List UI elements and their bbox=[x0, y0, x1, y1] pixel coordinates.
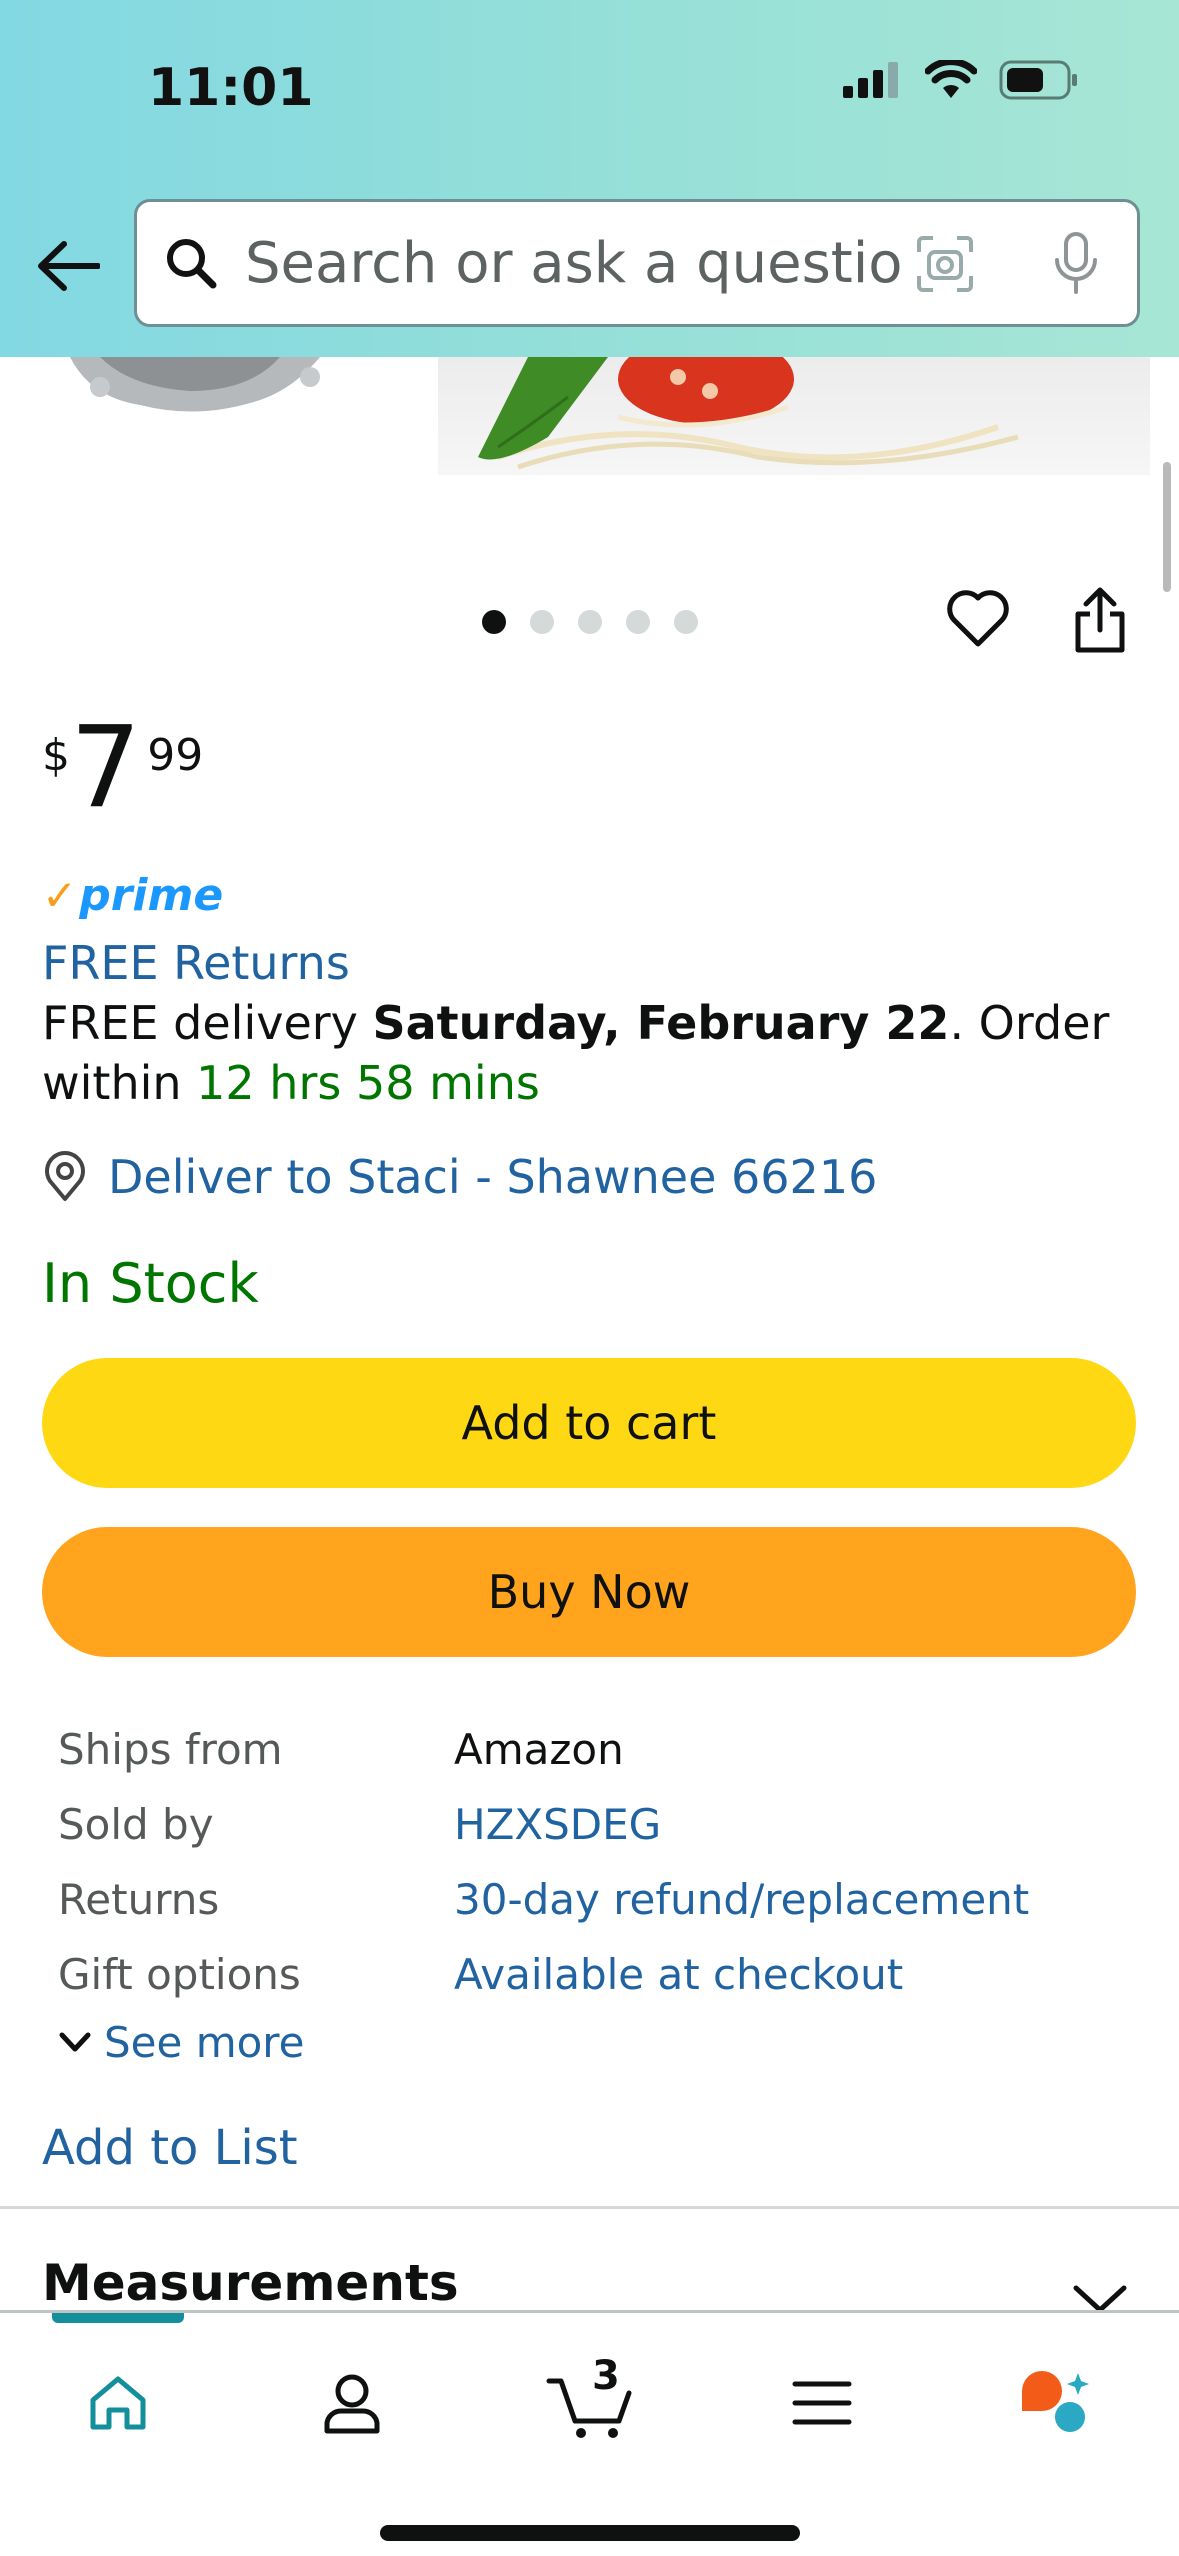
detail-row: Gift options Available at checkout bbox=[58, 1937, 1029, 2012]
detail-value: Amazon bbox=[454, 1725, 624, 1774]
prime-label: prime bbox=[79, 870, 224, 921]
prime-badge: ✓ prime bbox=[42, 870, 223, 921]
tab-cart[interactable]: 3 bbox=[530, 2353, 650, 2453]
bottom-tab-bar: 3 bbox=[0, 2310, 1179, 2556]
add-to-list-link[interactable]: Add to List bbox=[42, 2120, 298, 2176]
detail-key: Gift options bbox=[58, 1950, 301, 1999]
detail-key: Ships from bbox=[58, 1725, 283, 1774]
camera-lens-icon[interactable] bbox=[913, 232, 977, 296]
delivery-date: Saturday, February 22 bbox=[372, 996, 950, 1050]
returns-policy-link[interactable]: 30-day refund/replacement bbox=[454, 1875, 1029, 1924]
deliver-to-location[interactable]: Deliver to Staci - Shawnee 66216 bbox=[42, 1150, 877, 1204]
wifi-icon bbox=[925, 60, 977, 98]
delivery-countdown: 12 hrs 58 mins bbox=[196, 1056, 540, 1110]
price-currency: $ bbox=[42, 730, 70, 781]
tab-rufus[interactable] bbox=[996, 2353, 1116, 2453]
detail-key: Sold by bbox=[58, 1800, 214, 1849]
delivery-within: within bbox=[42, 1056, 197, 1110]
see-more-label[interactable]: See more bbox=[104, 2018, 304, 2067]
search-input[interactable] bbox=[245, 230, 905, 296]
share-icon[interactable] bbox=[1070, 586, 1130, 656]
prime-check-icon: ✓ bbox=[42, 871, 78, 920]
status-time: 11:01 bbox=[148, 58, 314, 118]
chevron-down-icon bbox=[59, 2032, 91, 2051]
price: $ 7 99 bbox=[42, 712, 203, 824]
price-whole: 7 bbox=[70, 703, 142, 833]
delivery-prefix: FREE delivery bbox=[42, 996, 373, 1050]
stock-status: In Stock bbox=[42, 1252, 259, 1315]
battery-icon bbox=[999, 60, 1077, 100]
gift-options-link[interactable]: Available at checkout bbox=[454, 1950, 903, 1999]
price-fraction: 99 bbox=[147, 730, 204, 781]
back-button[interactable] bbox=[30, 228, 106, 304]
account-icon bbox=[324, 2374, 380, 2434]
scroll-indicator bbox=[1163, 462, 1171, 592]
header: 11:01 bbox=[0, 0, 1179, 357]
tab-home[interactable] bbox=[58, 2353, 178, 2453]
menu-icon bbox=[792, 2381, 852, 2425]
home-indicator bbox=[380, 2525, 800, 2541]
detail-key: Returns bbox=[58, 1875, 220, 1924]
section-divider bbox=[0, 2206, 1179, 2209]
detail-row: Returns 30-day refund/replacement bbox=[58, 1862, 1029, 1937]
delivery-line-2: within 12 hrs 58 mins bbox=[42, 1053, 540, 1113]
heart-icon[interactable] bbox=[946, 588, 1010, 648]
carousel-dot[interactable] bbox=[578, 610, 602, 634]
cellular-signal-icon bbox=[843, 62, 898, 98]
back-arrow-icon bbox=[38, 241, 100, 291]
add-to-cart-button[interactable]: Add to cart bbox=[42, 1358, 1136, 1488]
microphone-icon[interactable] bbox=[1051, 230, 1101, 298]
cart-icon bbox=[546, 2378, 632, 2438]
tab-menu[interactable] bbox=[762, 2353, 882, 2453]
status-icons bbox=[843, 60, 1079, 100]
gear-thumbnail-image[interactable] bbox=[60, 357, 330, 417]
free-returns-link[interactable]: FREE Returns bbox=[42, 933, 350, 993]
pasta-illustration bbox=[478, 357, 1019, 470]
pasta-product-image[interactable] bbox=[438, 357, 1150, 475]
product-image-area[interactable] bbox=[0, 357, 1179, 477]
carousel-dot[interactable] bbox=[674, 610, 698, 634]
deliver-to-label[interactable]: Deliver to Staci - Shawnee 66216 bbox=[108, 1150, 877, 1204]
buy-now-button[interactable]: Buy Now bbox=[42, 1527, 1136, 1657]
location-pin-icon bbox=[45, 1151, 85, 1201]
carousel-dots[interactable] bbox=[482, 610, 698, 634]
carousel-dot[interactable] bbox=[530, 610, 554, 634]
carousel-dot[interactable] bbox=[482, 610, 506, 634]
carousel-dot[interactable] bbox=[626, 610, 650, 634]
delivery-line-1: FREE delivery Saturday, February 22. Ord… bbox=[42, 993, 1109, 1053]
tab-account[interactable] bbox=[292, 2353, 412, 2453]
measurements-section-title[interactable]: Measurements bbox=[42, 2254, 459, 2312]
detail-row: Sold by HZXSDEG bbox=[58, 1787, 1029, 1862]
cart-count-badge: 3 bbox=[592, 2353, 620, 2399]
see-more-toggle[interactable]: See more bbox=[58, 2018, 304, 2067]
seller-link[interactable]: HZXSDEG bbox=[454, 1800, 661, 1849]
detail-row: Ships from Amazon bbox=[58, 1712, 1029, 1787]
search-bar[interactable] bbox=[134, 199, 1140, 327]
active-tab-indicator bbox=[52, 2313, 184, 2323]
search-icon bbox=[167, 239, 217, 289]
delivery-mid: . Order bbox=[949, 996, 1110, 1050]
offer-details-table: Ships from Amazon Sold by HZXSDEG Return… bbox=[58, 1712, 1029, 2012]
home-icon bbox=[90, 2376, 146, 2430]
rufus-icon bbox=[1022, 2371, 1089, 2432]
